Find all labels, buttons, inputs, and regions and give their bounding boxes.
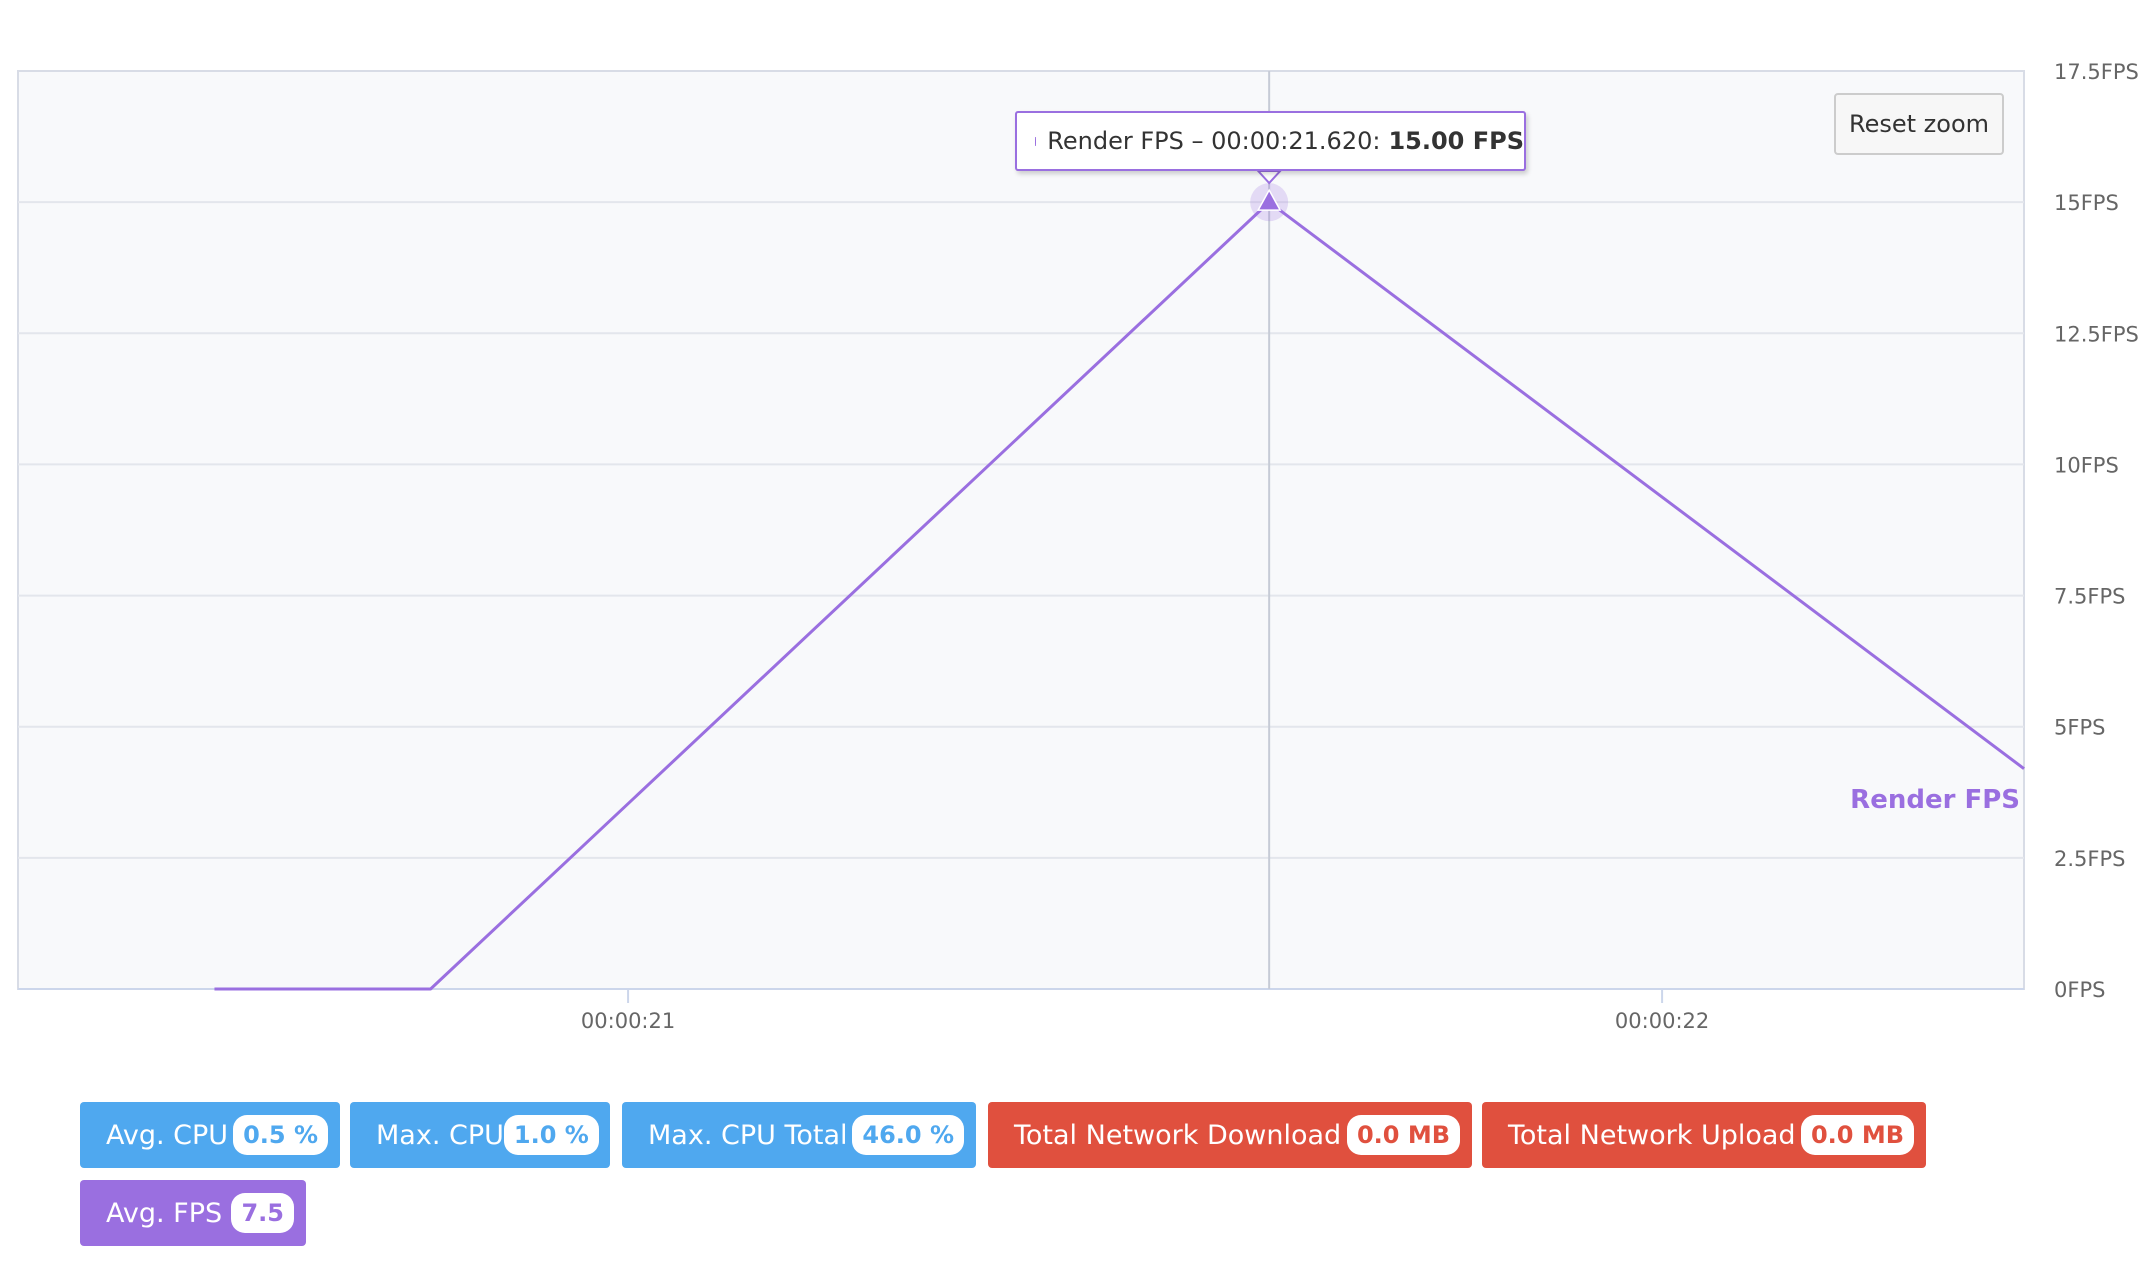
y-tick-label: 2.5FPS [2054, 847, 2125, 871]
y-tick-label: 5FPS [2054, 716, 2105, 740]
y-tick-label: 15FPS [2054, 191, 2119, 215]
y-tick-label: 17.5FPS [2054, 60, 2139, 84]
x-tick-label: 00:00:22 [1615, 1009, 1709, 1033]
badge-value: 0.5 % [233, 1115, 328, 1155]
series-end-label: Render FPS [1850, 785, 2020, 815]
tooltip-separator: – [1183, 127, 1212, 155]
badge-value: 46.0 % [852, 1115, 964, 1155]
x-axis: 00:00:21 00:00:22 [18, 988, 2024, 1033]
badge-label: Total Network Download [1014, 1119, 1342, 1151]
y-tick-label: 7.5FPS [2054, 585, 2125, 609]
badge-value: 0.0 MB [1800, 1115, 1914, 1155]
badge-max-cpu: Max. CPU 1.0 % [350, 1102, 610, 1168]
x-tick-label: 00:00:21 [581, 1009, 675, 1033]
badge-label: Avg. FPS [106, 1197, 223, 1229]
badge-avg-cpu: Avg. CPU 0.5 % [80, 1102, 340, 1168]
badge-label: Total Network Upload [1508, 1119, 1796, 1151]
badge-network-upload: Total Network Upload 0.0 MB [1482, 1102, 1926, 1168]
reset-zoom-button[interactable]: Reset zoom [1834, 93, 2004, 155]
badge-label: Max. CPU [376, 1119, 504, 1151]
badge-value: 0.0 MB [1346, 1115, 1460, 1155]
badge-label: Max. CPU Total [648, 1119, 848, 1151]
tooltip-colon: : [1372, 127, 1381, 155]
tooltip-value: 15.00 FPS [1388, 127, 1524, 155]
tooltip-time: 00:00:21.620 [1211, 127, 1373, 155]
badge-value: 7.5 [231, 1193, 294, 1233]
y-tick-label: 10FPS [2054, 453, 2119, 477]
hover-tooltip: Render FPS – 00:00:21.620 : 15.00 FPS [1015, 111, 1526, 171]
badge-max-cpu-total: Max. CPU Total 46.0 % [622, 1102, 976, 1168]
plot-background [17, 70, 2025, 990]
badge-value: 1.0 % [503, 1115, 599, 1155]
tooltip-series: Render FPS [1047, 127, 1184, 155]
badge-avg-fps: Avg. FPS 7.5 [80, 1180, 306, 1246]
badge-label: Avg. CPU [106, 1119, 229, 1151]
badge-network-download: Total Network Download 0.0 MB [988, 1102, 1472, 1168]
y-tick-label: 12.5FPS [2054, 322, 2139, 346]
y-tick-label: 0FPS [2054, 978, 2105, 1002]
y-axis-ticks: 0FPS 2.5FPS 5FPS 7.5FPS 10FPS 12.5FPS 15FPS 17.… [2054, 60, 2139, 1002]
